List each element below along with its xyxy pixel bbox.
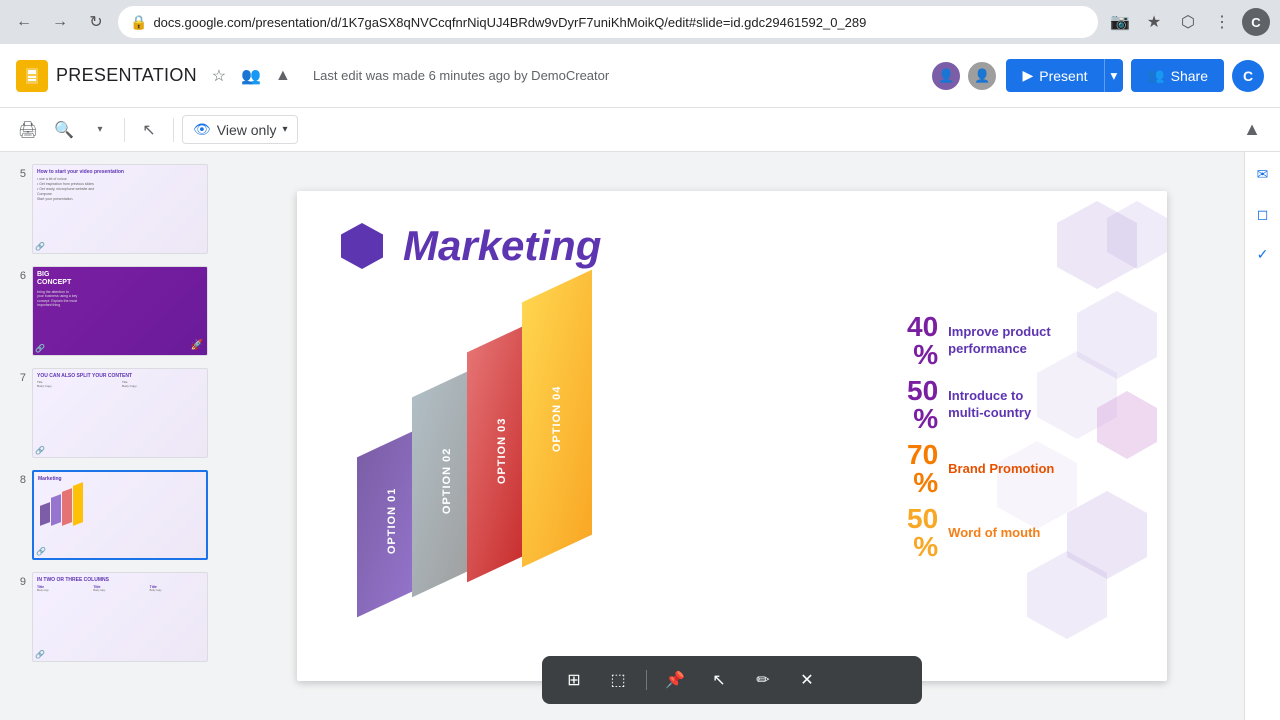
staircase-chart: OPTION 01 OPTION 02 bbox=[357, 301, 877, 571]
url-text: docs.google.com/presentation/d/1K7gaSX8q… bbox=[153, 15, 1086, 30]
slide-thumb-8[interactable]: 8 Marketing 🔗 bbox=[8, 466, 212, 564]
slide-title: Marketing bbox=[403, 222, 601, 270]
forward-button[interactable]: → bbox=[46, 8, 74, 36]
slide-num-9: 9 bbox=[12, 576, 26, 588]
legend-item-3: 70 % Brand Promotion bbox=[907, 441, 1127, 497]
extensions-btn[interactable]: ⬡ bbox=[1174, 8, 1202, 36]
collab-icon[interactable]: 👥 bbox=[237, 62, 265, 90]
collapse-button[interactable]: ▲ bbox=[1236, 114, 1268, 146]
view-only-label: View only bbox=[217, 122, 277, 138]
camera-btn[interactable]: 📷 bbox=[1106, 8, 1134, 36]
grid-view-button[interactable]: ⊞ bbox=[558, 664, 590, 696]
legend-area: 40 % Improve productperformance 50 % In bbox=[907, 313, 1127, 571]
slide-preview-7: YOU CAN ALSO SPLIT YOUR CONTENT TitleBod… bbox=[32, 368, 208, 458]
star-icon[interactable]: ☆ bbox=[205, 62, 233, 90]
bottom-toolbar: ⊞ ⬚ 📌 ↖ ✏ ✕ bbox=[542, 656, 922, 704]
legend-item-2: 50 % Introduce tomulti-country bbox=[907, 377, 1127, 433]
slide-thumb-7[interactable]: 7 YOU CAN ALSO SPLIT YOUR CONTENT TitleB… bbox=[8, 364, 212, 462]
right-panel-btn-1[interactable]: ✉ bbox=[1249, 160, 1277, 188]
present-btn-group: ▶ Present ▾ bbox=[1006, 59, 1123, 92]
browser-chrome: ← → ↻ 🔒 docs.google.com/presentation/d/1… bbox=[0, 0, 1280, 44]
slide-num-7: 7 bbox=[12, 372, 26, 384]
share-label: Share bbox=[1171, 68, 1208, 84]
app-logo bbox=[16, 60, 48, 92]
legend-text-4: Word of mouth bbox=[948, 525, 1040, 542]
cursor-button[interactable]: ↖ bbox=[133, 114, 165, 146]
slide-canvas[interactable]: Marketing OPTION 01 bbox=[297, 191, 1167, 681]
chart-legend-area: OPTION 01 OPTION 02 bbox=[337, 291, 1127, 571]
back-button[interactable]: ← bbox=[10, 8, 38, 36]
present-label: Present bbox=[1039, 68, 1087, 84]
refresh-button[interactable]: ↻ bbox=[82, 8, 110, 36]
right-panel-btn-2[interactable]: ◻ bbox=[1249, 200, 1277, 228]
legend-item-4: 50 % Word of mouth bbox=[907, 505, 1127, 561]
toolbar-sep-2 bbox=[173, 118, 174, 142]
main-area: 5 How to start your video presentation •… bbox=[0, 152, 1280, 720]
bookmark-btn[interactable]: ★ bbox=[1140, 8, 1168, 36]
legend-text-1: Improve productperformance bbox=[948, 324, 1051, 358]
pin-button[interactable]: 📌 bbox=[659, 664, 691, 696]
address-bar[interactable]: 🔒 docs.google.com/presentation/d/1K7gaSX… bbox=[118, 6, 1098, 38]
canvas-area: Marketing OPTION 01 bbox=[220, 152, 1244, 720]
collab-avatar-1: 👤 bbox=[930, 60, 962, 92]
view-only-dropdown-icon: ▾ bbox=[282, 124, 287, 135]
collaborators: 👤 👤 bbox=[930, 60, 998, 92]
present-dropdown-button[interactable]: ▾ bbox=[1104, 59, 1124, 92]
zoom-button[interactable]: 🔍 bbox=[48, 114, 80, 146]
legend-item-1: 40 % Improve productperformance bbox=[907, 313, 1127, 369]
app-header: PRESENTATION ☆ 👥 ▲ Last edit was made 6 … bbox=[0, 44, 1280, 108]
bottom-sep bbox=[646, 670, 647, 690]
slide-content: Marketing OPTION 01 bbox=[297, 191, 1167, 681]
slide-preview-9: IN TWO OR THREE COLUMNS Title Body copy.… bbox=[32, 572, 208, 662]
slide-preview-5: How to start your video presentation • u… bbox=[32, 164, 208, 254]
menu-btn[interactable]: ⋮ bbox=[1208, 8, 1236, 36]
slide-thumb-5[interactable]: 5 How to start your video presentation •… bbox=[8, 160, 212, 258]
last-edit-text: Last edit was made 6 minutes ago by Demo… bbox=[313, 68, 609, 83]
header-icons: ☆ 👥 ▲ bbox=[205, 62, 297, 90]
cursor-tool-button[interactable]: ↖ bbox=[703, 664, 735, 696]
toolbar: 🖨 🔍 ▾ ↖ 👁 View only ▾ ▲ bbox=[0, 108, 1280, 152]
view-only-button[interactable]: 👁 View only ▾ bbox=[182, 115, 298, 144]
hex-icon bbox=[337, 221, 387, 271]
browser-profile[interactable]: C bbox=[1242, 8, 1270, 36]
browser-actions: 📷 ★ ⬡ ⋮ C bbox=[1106, 8, 1270, 36]
slide-thumb-9[interactable]: 9 IN TWO OR THREE COLUMNS Title Body cop… bbox=[8, 568, 212, 666]
slide-panel: 5 How to start your video presentation •… bbox=[0, 152, 220, 720]
share-button[interactable]: 👥 Share bbox=[1131, 59, 1224, 92]
present-button[interactable]: ▶ Present bbox=[1006, 59, 1103, 92]
slide-num-5: 5 bbox=[12, 168, 26, 180]
present-icon: ▶ bbox=[1022, 67, 1033, 84]
marketing-header: Marketing bbox=[337, 221, 1127, 271]
chart-area: OPTION 01 OPTION 02 bbox=[337, 291, 877, 571]
slide-thumb-6[interactable]: 6 BIGCONCEPT bring the attention toyour … bbox=[8, 262, 212, 360]
print-button[interactable]: 🖨 bbox=[12, 114, 44, 146]
slide-num-6: 6 bbox=[12, 270, 26, 282]
zoom-dropdown-button[interactable]: ▾ bbox=[84, 114, 116, 146]
pencil-button[interactable]: ✏ bbox=[747, 664, 779, 696]
app-title: PRESENTATION bbox=[56, 65, 197, 86]
slide-preview-8: Marketing 🔗 bbox=[32, 470, 208, 560]
user-avatar[interactable]: C bbox=[1232, 60, 1264, 92]
header-right: 👤 👤 ▶ Present ▾ 👥 Share C bbox=[930, 59, 1264, 92]
legend-text-2: Introduce tomulti-country bbox=[948, 388, 1031, 422]
crop-button[interactable]: ⬚ bbox=[602, 664, 634, 696]
close-toolbar-button[interactable]: ✕ bbox=[791, 664, 823, 696]
toolbar-sep-1 bbox=[124, 118, 125, 142]
share-icon: 👥 bbox=[1147, 67, 1164, 84]
collab-avatar-2: 👤 bbox=[966, 60, 998, 92]
eye-icon: 👁 bbox=[193, 121, 211, 138]
slide-preview-6: BIGCONCEPT bring the attention toyour bu… bbox=[32, 266, 208, 356]
right-panel: ✉ ◻ ✓ bbox=[1244, 152, 1280, 720]
slide-num-8: 8 bbox=[12, 474, 26, 486]
right-panel-btn-3[interactable]: ✓ bbox=[1249, 240, 1277, 268]
legend-text-3: Brand Promotion bbox=[948, 461, 1054, 478]
drive-icon[interactable]: ▲ bbox=[269, 62, 297, 90]
